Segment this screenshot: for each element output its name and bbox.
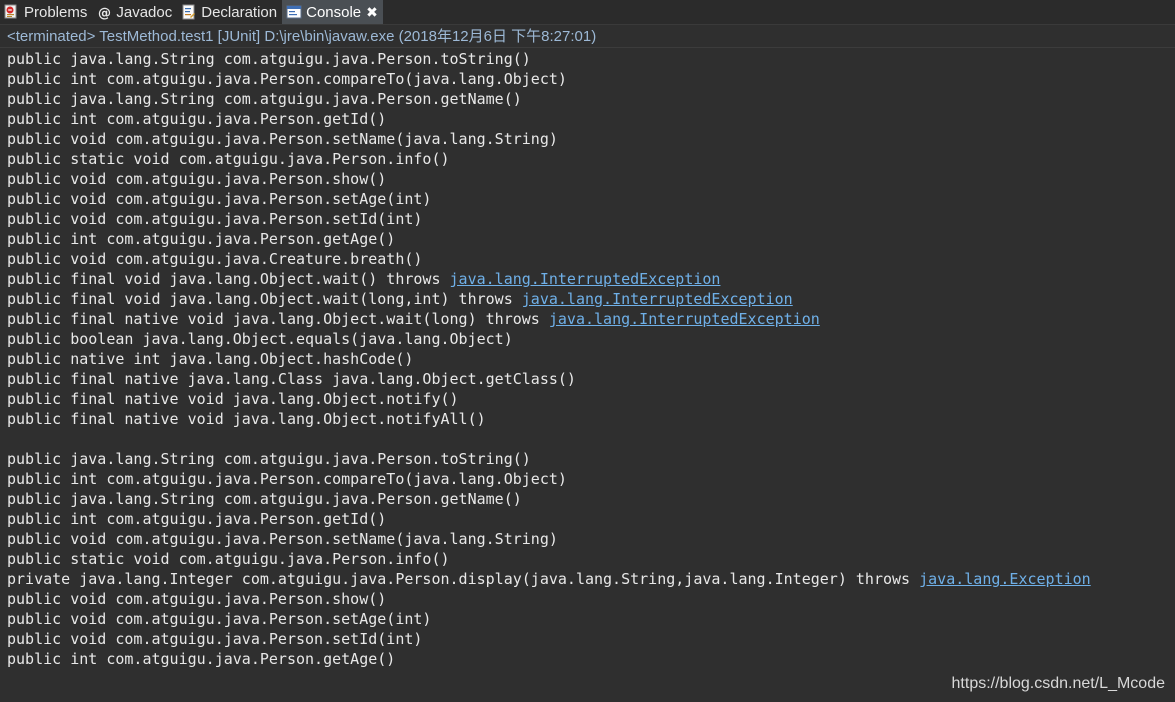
console-output[interactable]: public java.lang.String com.atguigu.java… <box>7 49 1167 669</box>
console-line: public final native void java.lang.Objec… <box>7 389 1167 409</box>
console-line: public void com.atguigu.java.Person.setI… <box>7 209 1167 229</box>
console-line: public static void com.atguigu.java.Pers… <box>7 149 1167 169</box>
console-line-text: public int com.atguigu.java.Person.compa… <box>7 70 567 88</box>
console-line: public void com.atguigu.java.Person.show… <box>7 169 1167 189</box>
console-line-text: public void com.atguigu.java.Person.show… <box>7 590 387 608</box>
console-line: public int com.atguigu.java.Person.getId… <box>7 109 1167 129</box>
problems-icon <box>4 4 20 20</box>
console-line: public void com.atguigu.java.Person.setI… <box>7 629 1167 649</box>
console-line: public native int java.lang.Object.hashC… <box>7 349 1167 369</box>
console-line: public void com.atguigu.java.Person.setA… <box>7 189 1167 209</box>
console-line: public java.lang.String com.atguigu.java… <box>7 49 1167 69</box>
console-line: private java.lang.Integer com.atguigu.ja… <box>7 569 1167 589</box>
console-line-text: public java.lang.String com.atguigu.java… <box>7 90 522 108</box>
console-line: public void com.atguigu.java.Person.setN… <box>7 529 1167 549</box>
console-line: public void com.atguigu.java.Person.setN… <box>7 129 1167 149</box>
console-line: public final native void java.lang.Objec… <box>7 309 1167 329</box>
console-line-text: public java.lang.String com.atguigu.java… <box>7 490 522 508</box>
console-line-text: public int com.atguigu.java.Person.getId… <box>7 110 387 128</box>
tab-javadoc-label: Javadoc <box>116 3 173 21</box>
console-line-text: public void com.atguigu.java.Person.setI… <box>7 210 423 228</box>
watermark-text: https://blog.csdn.net/L_Mcode <box>951 675 1165 692</box>
svg-text:@: @ <box>98 6 111 20</box>
exception-link[interactable]: java.lang.InterruptedException <box>549 310 820 328</box>
console-line: public boolean java.lang.Object.equals(j… <box>7 329 1167 349</box>
console-line: public java.lang.String com.atguigu.java… <box>7 489 1167 509</box>
console-line-text: public final void java.lang.Object.wait(… <box>7 290 522 308</box>
console-line-text: public static void com.atguigu.java.Pers… <box>7 550 450 568</box>
console-line: public int com.atguigu.java.Person.getAg… <box>7 229 1167 249</box>
console-line-text: public final native void java.lang.Objec… <box>7 310 549 328</box>
console-line: public int com.atguigu.java.Person.getId… <box>7 509 1167 529</box>
console-line-text: public void com.atguigu.java.Person.show… <box>7 170 387 188</box>
console-line-text: public int com.atguigu.java.Person.compa… <box>7 470 567 488</box>
console-line-text: private java.lang.Integer com.atguigu.ja… <box>7 570 920 588</box>
console-line: public int com.atguigu.java.Person.getAg… <box>7 649 1167 669</box>
tab-javadoc[interactable]: @ Javadoc <box>92 0 177 24</box>
tab-console-label: Console <box>306 3 362 21</box>
console-line-text: public int com.atguigu.java.Person.getAg… <box>7 230 396 248</box>
console-line: public void com.atguigu.java.Person.show… <box>7 589 1167 609</box>
console-line-text: public boolean java.lang.Object.equals(j… <box>7 330 513 348</box>
console-line-text: public void com.atguigu.java.Person.setN… <box>7 530 558 548</box>
javadoc-icon: @ <box>96 4 112 21</box>
console-line-text: public final native java.lang.Class java… <box>7 370 576 388</box>
eclipse-console-view: Problems @ Javadoc Declaration Console ✖… <box>0 0 1175 702</box>
tab-console[interactable]: Console ✖ <box>282 0 383 24</box>
console-line-text: public final native void java.lang.Objec… <box>7 410 486 428</box>
console-line: public void com.atguigu.java.Creature.br… <box>7 249 1167 269</box>
console-line-text: public void com.atguigu.java.Person.setN… <box>7 130 558 148</box>
close-icon[interactable]: ✖ <box>366 5 378 19</box>
console-line-text: public void com.atguigu.java.Person.setA… <box>7 610 432 628</box>
console-line: public int com.atguigu.java.Person.compa… <box>7 469 1167 489</box>
view-tab-bar: Problems @ Javadoc Declaration Console ✖ <box>0 0 1175 25</box>
console-line: public int com.atguigu.java.Person.compa… <box>7 69 1167 89</box>
process-status-line: <terminated> TestMethod.test1 [JUnit] D:… <box>0 26 1175 48</box>
console-line-text: public final native void java.lang.Objec… <box>7 390 459 408</box>
tab-problems-label: Problems <box>24 3 88 21</box>
tab-problems[interactable]: Problems <box>0 0 92 24</box>
exception-link[interactable]: java.lang.InterruptedException <box>522 290 793 308</box>
console-icon <box>286 4 302 20</box>
console-line: public void com.atguigu.java.Person.setA… <box>7 609 1167 629</box>
console-line-text: public void com.atguigu.java.Person.setA… <box>7 190 432 208</box>
console-line-text: public final void java.lang.Object.wait(… <box>7 270 450 288</box>
console-line-text: public static void com.atguigu.java.Pers… <box>7 150 450 168</box>
console-line: public java.lang.String com.atguigu.java… <box>7 89 1167 109</box>
console-line-text: public void com.atguigu.java.Creature.br… <box>7 250 423 268</box>
exception-link[interactable]: java.lang.Exception <box>919 570 1091 588</box>
console-line-text: public native int java.lang.Object.hashC… <box>7 350 414 368</box>
console-line: public final native void java.lang.Objec… <box>7 409 1167 429</box>
console-line: public final native java.lang.Class java… <box>7 369 1167 389</box>
console-line: public static void com.atguigu.java.Pers… <box>7 549 1167 569</box>
console-line: public final void java.lang.Object.wait(… <box>7 269 1167 289</box>
declaration-icon <box>181 4 197 20</box>
console-line: public final void java.lang.Object.wait(… <box>7 289 1167 309</box>
console-line-text: public void com.atguigu.java.Person.setI… <box>7 630 423 648</box>
console-line-text: public int com.atguigu.java.Person.getId… <box>7 510 387 528</box>
tab-declaration[interactable]: Declaration <box>177 0 282 24</box>
exception-link[interactable]: java.lang.InterruptedException <box>450 270 721 288</box>
console-line-text: public java.lang.String com.atguigu.java… <box>7 450 531 468</box>
tab-declaration-label: Declaration <box>201 3 278 21</box>
console-line-text: public int com.atguigu.java.Person.getAg… <box>7 650 396 668</box>
console-line: public java.lang.String com.atguigu.java… <box>7 449 1167 469</box>
console-line-text: public java.lang.String com.atguigu.java… <box>7 50 531 68</box>
